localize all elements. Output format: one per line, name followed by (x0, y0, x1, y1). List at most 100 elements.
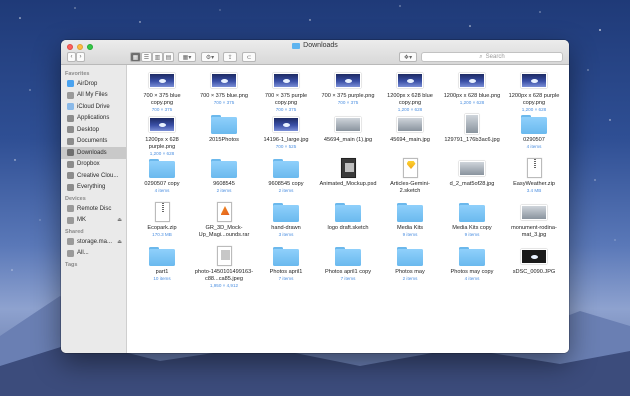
sketch-file-icon (402, 158, 418, 178)
action-button[interactable]: ⚙▾ (201, 52, 219, 62)
image-thumbnail (521, 204, 547, 220)
file-item[interactable]: hand-drawn 3 items (255, 201, 317, 245)
image-thumbnail (273, 72, 299, 88)
file-item[interactable]: 1200px x 628 purple.png 1,200 × 628 (131, 113, 193, 157)
shared-header: Shared (65, 229, 84, 235)
file-item[interactable]: Articles-Gemini-2.sketch (379, 157, 441, 201)
file-item[interactable]: 0290507 copy 4 items (131, 157, 193, 201)
search-field[interactable]: ⌕ Search (421, 52, 563, 62)
file-thumbnail (269, 69, 303, 91)
cover-flow-button[interactable]: ▤ (163, 52, 174, 62)
sidebar-item-icloud-drive[interactable]: iCloud Drive (61, 101, 126, 113)
search-icon: ⌕ (479, 53, 483, 60)
airdrop-icon (67, 80, 74, 88)
sidebar-item-airdrop[interactable]: AirDrop (61, 78, 126, 90)
sidebar-item-all[interactable]: All... (61, 248, 126, 260)
forward-button[interactable]: › (76, 52, 85, 62)
tags-button[interactable]: ⊂ (242, 52, 256, 62)
file-item[interactable]: sDSC_0090.JPG (503, 245, 565, 289)
file-name: Photos may (395, 269, 425, 275)
file-meta: 10 items (153, 276, 171, 281)
file-item[interactable]: Animated_Mockup.psd (317, 157, 379, 201)
file-item[interactable]: Media Kits 9 items (379, 201, 441, 245)
file-item[interactable]: 700 × 375 purple copy.png 700 × 375 (255, 69, 317, 113)
file-item[interactable]: EasyWeather.zip 3.4 MB (503, 157, 565, 201)
file-item[interactable]: 0290507 4 items (503, 113, 565, 157)
file-item[interactable]: Photos may 2 items (379, 245, 441, 289)
file-item[interactable]: 700 × 375 purple.png 700 × 375 (317, 69, 379, 113)
image-thumbnail (149, 72, 175, 88)
sidebar-item-remote-disc[interactable]: Remote Disc (61, 203, 126, 215)
file-meta: 9 items (402, 232, 418, 237)
file-item[interactable]: 9608545 2 items (193, 157, 255, 201)
list-icon: ☰ (143, 54, 150, 61)
window-title-text: Downloads (303, 42, 338, 49)
file-item[interactable]: part1 10 items (131, 245, 193, 289)
file-item[interactable]: 45694_main (1).jpg (317, 113, 379, 157)
sidebar-item-everything[interactable]: Everything (61, 182, 126, 194)
file-item[interactable]: photo-1450101499163-c88...ca85.jpeg 1,950… (193, 245, 255, 289)
eject-icon[interactable]: ⏏ (117, 217, 122, 223)
sidebar-item-dropbox[interactable]: Dropbox (61, 159, 126, 171)
icon-view-button[interactable]: ▦ (130, 52, 141, 62)
arrange-button[interactable]: ▦▾ (178, 52, 196, 62)
file-item[interactable]: 129791_176b3ac6.jpg (441, 113, 503, 157)
sidebar-item-storage-ma[interactable]: storage.ma... ⏏ (61, 236, 126, 248)
file-item[interactable]: monument-rodina-mat_3.jpg (503, 201, 565, 245)
back-button[interactable]: ‹ (67, 52, 76, 62)
sidebar-item-label: Applications (77, 115, 110, 122)
file-item[interactable]: 1200px x 628 blue copy.png 1,200 × 628 (379, 69, 441, 113)
file-thumbnail (269, 113, 303, 135)
columns-icon: ▥ (154, 54, 161, 61)
share-button[interactable]: ⇪ (223, 52, 237, 62)
eject-icon[interactable]: ⏏ (117, 239, 122, 245)
downloads-icon (67, 149, 74, 157)
file-item[interactable]: 700 × 375 blue.png 700 × 375 (193, 69, 255, 113)
image-thumbnail (521, 248, 547, 264)
file-item[interactable]: 14196-1_large.jpg 700 × 525 (255, 113, 317, 157)
sidebar-item-documents[interactable]: Documents (61, 136, 126, 148)
favorites-header: Favorites (65, 71, 90, 77)
sidebar-item-mk[interactable]: MK ⏏ (61, 215, 126, 227)
sidebar-item-label: Desktop (77, 126, 100, 133)
grid-icon: ▦ (132, 54, 139, 61)
file-item[interactable]: 45694_main.jpg (379, 113, 441, 157)
desktop-icon (67, 126, 74, 134)
dropbox-button[interactable]: ❖▾ (399, 52, 417, 62)
share-icon: ⇪ (227, 54, 233, 61)
list-view-button[interactable]: ☰ (141, 52, 152, 62)
file-item[interactable]: logo draft.sketch (317, 201, 379, 245)
file-thumbnail (145, 245, 179, 267)
file-item[interactable]: Photos may copy 4 items (441, 245, 503, 289)
disc-icon (67, 205, 74, 213)
sidebar-item-desktop[interactable]: Desktop (61, 124, 126, 136)
file-thumbnail (331, 201, 365, 223)
file-item[interactable]: 2015Photos (193, 113, 255, 157)
sidebar-item-downloads[interactable]: Downloads (61, 147, 126, 159)
sidebar-item-applications[interactable]: Applications (61, 113, 126, 125)
sidebar-item-all-my-files[interactable]: All My Files (61, 90, 126, 102)
tag-icon: ⊂ (246, 54, 252, 61)
file-grid: 700 × 375 blue copy.png 700 × 375 700 × 37… (131, 69, 565, 289)
file-name: logo draft.sketch (327, 225, 369, 231)
file-item[interactable]: 9608545 copy 2 items (255, 157, 317, 201)
column-view-button[interactable]: ▥ (152, 52, 163, 62)
file-thumbnail (269, 245, 303, 267)
file-name: 1200px x 628 purple copy.png (508, 93, 560, 106)
file-thumbnail (455, 201, 489, 223)
sidebar-item-creative-clou[interactable]: Creative Clou... (61, 170, 126, 182)
file-item[interactable]: Photos april1 7 items (255, 245, 317, 289)
file-thumbnail (517, 69, 551, 91)
file-meta: 700 × 525 (275, 144, 297, 149)
file-item[interactable]: 1200px x 628 blue.png 1,200 × 628 (441, 69, 503, 113)
file-item[interactable]: d_2_mat5of28.jpg (441, 157, 503, 201)
folder-icon (273, 202, 299, 222)
applications-icon (67, 114, 74, 122)
file-name: 2015Photos (209, 137, 239, 143)
file-item[interactable]: GR_3D_Mock-Up_Magi...ounds.rar (193, 201, 255, 245)
file-item[interactable]: Media Kits copy 9 items (441, 201, 503, 245)
file-item[interactable]: 700 × 375 blue copy.png 700 × 375 (131, 69, 193, 113)
file-item[interactable]: Ecopark.zip 170.3 MB (131, 201, 193, 245)
file-item[interactable]: Photos april1 copy 7 items (317, 245, 379, 289)
file-item[interactable]: 1200px x 628 purple copy.png 1,200 × 628 (503, 69, 565, 113)
